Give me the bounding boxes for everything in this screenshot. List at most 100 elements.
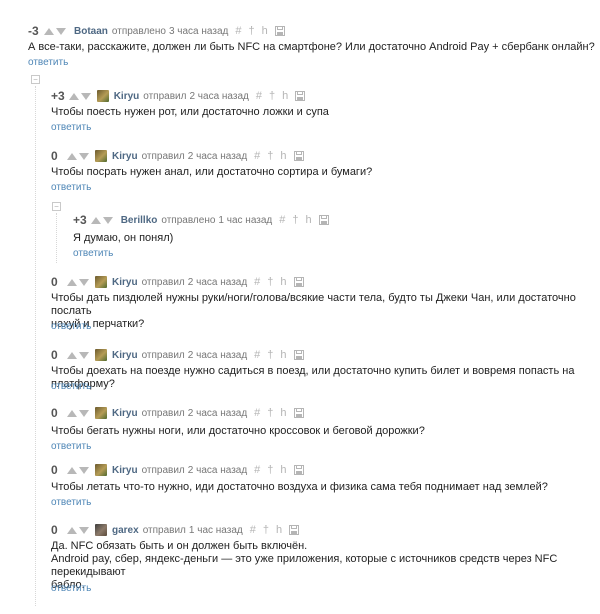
comment-author[interactable]: Botaan [74, 26, 108, 37]
comment-time[interactable]: 2 часа назад [188, 408, 247, 419]
permalink-hash-icon[interactable]: # [250, 524, 256, 536]
comment-meta: -3 Botaan отправлено 3 часа назад # † h [28, 24, 285, 38]
collapse-thread-toggle[interactable]: − [31, 75, 40, 84]
save-icon[interactable] [293, 465, 304, 475]
comment-meta: 0 Kiryu отправил 2 часа назад # † h [51, 406, 304, 420]
comment-meta: 0 Kiryu отправил 2 часа назад # † h [51, 348, 304, 362]
h-icon[interactable]: h [276, 524, 282, 536]
reply-link[interactable]: ответить [51, 122, 91, 133]
avatar[interactable] [95, 464, 107, 476]
comment-time[interactable]: 1 час назад [189, 525, 243, 536]
comment-author[interactable]: Kiryu [112, 151, 138, 162]
permalink-hash-icon[interactable]: # [254, 276, 260, 288]
h-icon[interactable]: h [280, 464, 286, 476]
upvote-icon[interactable] [67, 152, 77, 160]
h-icon[interactable]: h [280, 407, 286, 419]
comment-time[interactable]: 2 часа назад [188, 465, 247, 476]
avatar[interactable] [95, 407, 107, 419]
save-icon[interactable] [318, 215, 329, 225]
dagger-icon[interactable]: † [267, 349, 273, 361]
avatar[interactable] [95, 349, 107, 361]
h-icon[interactable]: h [280, 349, 286, 361]
downvote-icon[interactable] [56, 27, 66, 35]
save-icon[interactable] [293, 408, 304, 418]
reply-link[interactable]: ответить [51, 381, 91, 392]
reply-link[interactable]: ответить [51, 583, 91, 594]
h-icon[interactable]: h [262, 25, 268, 37]
save-icon[interactable] [293, 350, 304, 360]
reply-link[interactable]: ответить [28, 57, 68, 68]
upvote-icon[interactable] [67, 466, 77, 474]
downvote-icon[interactable] [102, 216, 113, 224]
h-icon[interactable]: h [306, 214, 312, 226]
upvote-icon[interactable] [67, 351, 77, 359]
upvote-icon[interactable] [90, 216, 101, 224]
permalink-hash-icon[interactable]: # [279, 214, 285, 226]
h-icon[interactable]: h [280, 276, 286, 288]
avatar[interactable] [96, 90, 109, 102]
comment-verb: отправил [141, 464, 185, 476]
dagger-icon[interactable]: † [248, 25, 254, 37]
permalink-hash-icon[interactable]: # [254, 464, 260, 476]
thread-line [56, 213, 57, 263]
comment-author[interactable]: Kiryu [112, 465, 138, 476]
comment-time[interactable]: 1 час назад [218, 215, 272, 226]
comment-text: Я думаю, он понял) [73, 232, 174, 244]
downvote-icon[interactable] [80, 92, 91, 100]
save-icon[interactable] [295, 91, 306, 101]
comment-time[interactable]: 2 часа назад [188, 151, 247, 162]
permalink-hash-icon[interactable]: # [235, 25, 241, 37]
reply-link[interactable]: ответить [51, 182, 91, 193]
downvote-icon[interactable] [79, 278, 89, 286]
dagger-icon[interactable]: † [267, 407, 273, 419]
dagger-icon[interactable]: † [292, 214, 298, 226]
comment-score: 0 [51, 275, 58, 289]
comment-time[interactable]: 3 часа назад [169, 26, 228, 37]
dagger-icon[interactable]: † [267, 150, 273, 162]
comment-author[interactable]: Kiryu [112, 277, 138, 288]
upvote-icon[interactable] [67, 409, 77, 417]
downvote-icon[interactable] [79, 466, 89, 474]
comment-meta: 0 Kiryu отправил 2 часа назад # † h [51, 275, 304, 289]
dagger-icon[interactable]: † [263, 524, 269, 536]
upvote-icon[interactable] [44, 27, 54, 35]
reply-link[interactable]: ответить [73, 248, 113, 259]
comment-meta: +3 Berillko отправлено 1 час назад # † h [73, 213, 329, 227]
comment-author[interactable]: Kiryu [112, 408, 138, 419]
permalink-hash-icon[interactable]: # [254, 349, 260, 361]
save-icon[interactable] [289, 525, 300, 535]
permalink-hash-icon[interactable]: # [256, 90, 262, 102]
reply-link[interactable]: ответить [51, 321, 91, 332]
dagger-icon[interactable]: † [267, 464, 273, 476]
downvote-icon[interactable] [79, 351, 89, 359]
downvote-icon[interactable] [79, 526, 89, 534]
comment-author[interactable]: garex [112, 525, 139, 536]
h-icon[interactable]: h [282, 90, 288, 102]
downvote-icon[interactable] [79, 409, 89, 417]
permalink-hash-icon[interactable]: # [254, 150, 260, 162]
avatar[interactable] [95, 276, 107, 288]
comment-author[interactable]: Berillko [121, 215, 158, 226]
downvote-icon[interactable] [79, 152, 89, 160]
permalink-hash-icon[interactable]: # [254, 407, 260, 419]
upvote-icon[interactable] [68, 92, 79, 100]
comment-time[interactable]: 2 часа назад [188, 277, 247, 288]
comment-text: Чтобы летать что-то нужно, иди достаточн… [51, 481, 548, 493]
avatar[interactable] [95, 524, 107, 536]
comment-author[interactable]: Kiryu [112, 350, 138, 361]
dagger-icon[interactable]: † [269, 90, 275, 102]
comment-time[interactable]: 2 часа назад [188, 350, 247, 361]
comment-time[interactable]: 2 часа назад [189, 91, 248, 102]
h-icon[interactable]: h [280, 150, 286, 162]
save-icon[interactable] [274, 26, 285, 36]
comment-author[interactable]: Kiryu [114, 91, 140, 102]
reply-link[interactable]: ответить [51, 441, 91, 452]
save-icon[interactable] [293, 277, 304, 287]
dagger-icon[interactable]: † [267, 276, 273, 288]
avatar[interactable] [95, 150, 107, 162]
upvote-icon[interactable] [67, 526, 77, 534]
save-icon[interactable] [293, 151, 304, 161]
reply-link[interactable]: ответить [51, 497, 91, 508]
upvote-icon[interactable] [67, 278, 77, 286]
collapse-thread-toggle[interactable]: − [52, 202, 61, 211]
